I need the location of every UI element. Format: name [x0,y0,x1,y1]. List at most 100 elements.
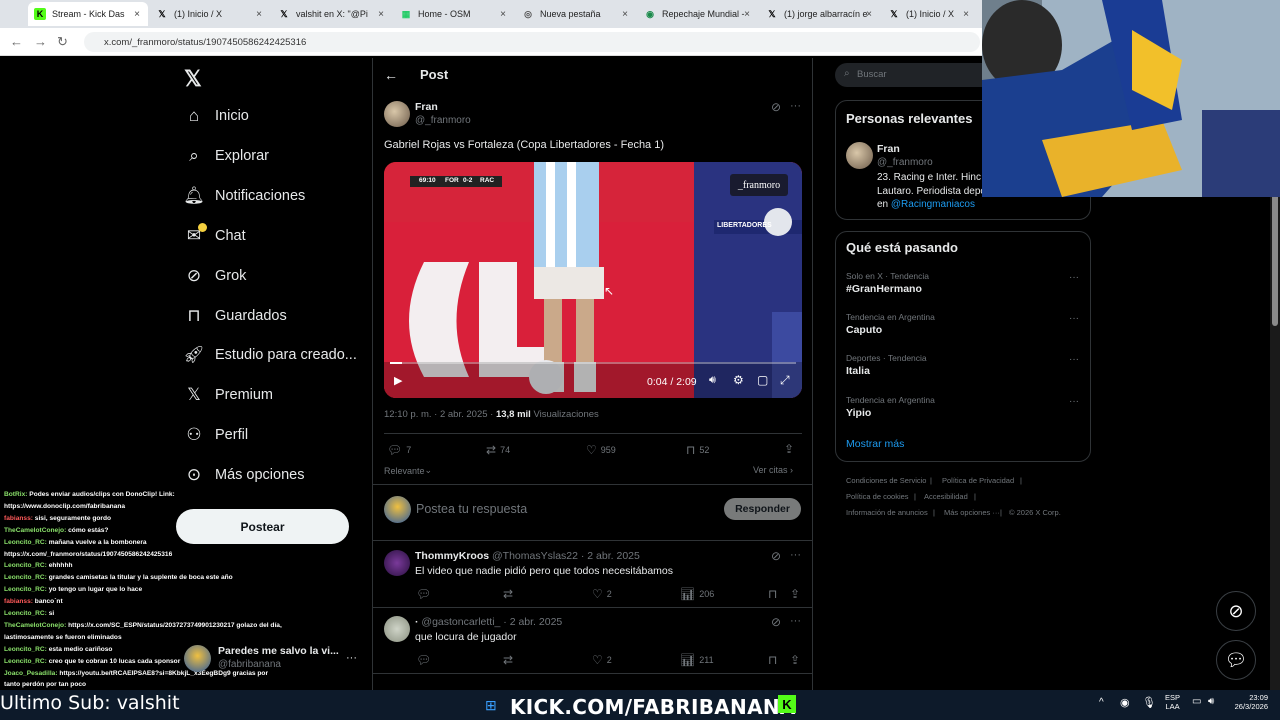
trend-name[interactable]: #GranHermano [846,283,922,295]
sidebar-item-chat[interactable]: ✉ Chat [184,220,246,252]
sidebar-item-estudio-para-creado-[interactable]: 🚀︎ Estudio para creado... [183,339,357,371]
sidebar-item-grok[interactable]: ⊘ Grok [184,260,247,292]
more-icon[interactable]: ··· [790,615,801,627]
reply-handle[interactable]: @gastoncarletti_ · 2 abr. 2025 [421,616,562,628]
trend-name[interactable]: Caputo [846,324,882,336]
show-more-link[interactable]: Mostrar más [846,438,904,450]
x-logo-icon[interactable]: 𝕏 [184,66,202,92]
repost-action[interactable]: ⇄ [503,653,517,667]
like-action[interactable]: ♡ 2 [592,587,612,601]
reply-button[interactable]: Responder [724,498,801,520]
settings-gear-icon[interactable]: ⚙ [733,373,744,387]
footer-link[interactable]: Información de anuncios [846,508,928,517]
footer-link[interactable]: Más opciones ··· [944,508,1000,517]
relevant-handle[interactable]: @_franmoro [877,157,933,168]
tab-5[interactable]: ◉ Repechaje Mundial - × [638,2,758,26]
tab-0[interactable]: K Stream - Kick Das × [28,2,148,26]
close-icon[interactable]: × [866,9,872,20]
language-indicator[interactable]: ESP LAA [1165,693,1180,711]
reply-author[interactable]: ThommyKroos [415,550,489,562]
footer-link[interactable]: Política de cookies [846,492,909,501]
views-action[interactable]: 📊︎ 211 [680,653,714,667]
share-action[interactable]: ⇪ [790,653,804,667]
tray-chevron-icon[interactable]: ^ [1099,697,1104,708]
avatar[interactable] [184,645,211,672]
sidebar-item-notificaciones[interactable]: 🔔︎ Notificaciones [183,180,305,212]
account-handle[interactable]: @fabribanana [218,659,281,670]
tab-1[interactable]: 𝕏 (1) Inicio / X × [150,2,270,26]
sidebar-item-inicio[interactable]: ⌂ Inicio [184,100,249,132]
microphone-icon[interactable]: 🎙︎ [1142,696,1156,709]
close-icon[interactable]: × [256,9,262,20]
more-icon[interactable]: ··· [1069,396,1079,407]
chat-float-icon[interactable]: 💬︎ [1216,640,1256,680]
pip-icon[interactable]: ▢ [757,373,768,387]
reply-handle[interactable]: @ThomasYslas22 · 2 abr. 2025 [492,550,640,562]
reply-action[interactable]: 💬︎ [416,587,435,601]
avatar[interactable] [846,142,873,169]
network-icon[interactable]: ▭ [1192,696,1201,707]
sort-dropdown[interactable]: Relevante ⌄ [384,465,432,476]
grok-icon[interactable]: ⊘ [771,549,781,563]
tab-7[interactable]: 𝕏 (1) Inicio / X × [882,2,977,26]
sidebar-item-explorar[interactable]: ⌕ Explorar [184,140,269,172]
footer-link[interactable]: Política de Privacidad [942,476,1014,485]
reply-action[interactable]: 💬︎ [416,653,435,667]
reply-input[interactable]: Postea tu respuesta [416,502,527,516]
footer-link[interactable]: Condiciones de Servicio [846,476,926,485]
post-handle[interactable]: @_franmoro [415,115,471,126]
reload-icon[interactable]: ↻ [57,34,68,50]
trend-name[interactable]: Italia [846,365,870,377]
post-author[interactable]: Fran [415,101,438,113]
clock[interactable]: 23:09 26/3/2026 [1228,693,1268,711]
more-icon[interactable]: ··· [1069,354,1079,365]
post-time[interactable]: 12:10 p. m. · 2 abr. 2025 · [384,409,493,420]
avatar[interactable] [384,550,410,576]
quotes-link[interactable]: Ver citas › [753,465,793,475]
sidebar-item-perfil[interactable]: ⚇ Perfil [184,419,248,451]
tray-app-icon[interactable]: ◉ [1120,696,1130,709]
bookmark-action[interactable]: ⊓ 52 [686,443,709,457]
grok-float-icon[interactable]: ⊘ [1216,591,1256,631]
bookmark-action[interactable]: ⊓ [768,653,781,667]
sidebar-item-guardados[interactable]: ⊓ Guardados [184,300,286,332]
video-player[interactable]: 69:10 FOR 0-2 RAC LIBERTADORES _franmoro… [384,162,802,398]
close-icon[interactable]: × [378,9,384,20]
close-icon[interactable]: × [134,9,140,20]
more-icon[interactable]: ··· [790,549,801,561]
close-icon[interactable]: × [963,9,969,20]
reply-author[interactable]: · [415,616,419,628]
more-icon[interactable]: ··· [790,100,801,112]
trend-name[interactable]: Yipio [846,407,871,419]
views-action[interactable]: 📊︎ 206 [680,587,714,601]
repost-action[interactable]: ⇄ [503,587,517,601]
share-action[interactable]: ⇪ [784,442,798,456]
tab-3[interactable]: ▦ Home - OSM × [394,2,514,26]
post-button[interactable]: Postear [176,509,349,544]
sidebar-item-más-opciones[interactable]: ⊙ Más opciones [184,459,305,491]
sidebar-item-premium[interactable]: 𝕏 Premium [184,379,273,411]
volume-icon[interactable]: 🔊︎ [709,374,716,387]
back-nav-icon[interactable]: ← [10,34,23,49]
tab-4[interactable]: ◎ Nueva pestaña × [516,2,636,26]
reply-action[interactable]: 💬︎ 7 [387,443,411,457]
bookmark-action[interactable]: ⊓ [768,587,781,601]
repost-action[interactable]: ⇄ 74 [486,443,510,457]
relevant-name[interactable]: Fran [877,143,900,155]
forward-nav-icon[interactable]: → [34,34,47,49]
relevant-bio-link[interactable]: @Racingmaniacos [891,199,975,210]
fullscreen-icon[interactable]: ⤢ [780,373,790,388]
close-icon[interactable]: × [500,9,506,20]
video-progress-track[interactable] [390,362,796,364]
tab-6[interactable]: 𝕏 (1) jorge albarracín e × [760,2,880,26]
like-action[interactable]: ♡ 2 [592,653,612,667]
more-icon[interactable]: ··· [1069,272,1079,283]
avatar[interactable] [384,101,410,127]
footer-link[interactable]: Accesibilidad [924,492,968,501]
url-field[interactable]: x.com/_franmoro/status/19074505862424253… [84,32,980,52]
back-arrow-icon[interactable]: ← [384,67,398,83]
like-action[interactable]: ♡ 959 [586,443,616,457]
windows-start-icon[interactable]: ⊞ [485,697,497,714]
share-action[interactable]: ⇪ [790,587,804,601]
more-icon[interactable]: ··· [346,652,357,664]
